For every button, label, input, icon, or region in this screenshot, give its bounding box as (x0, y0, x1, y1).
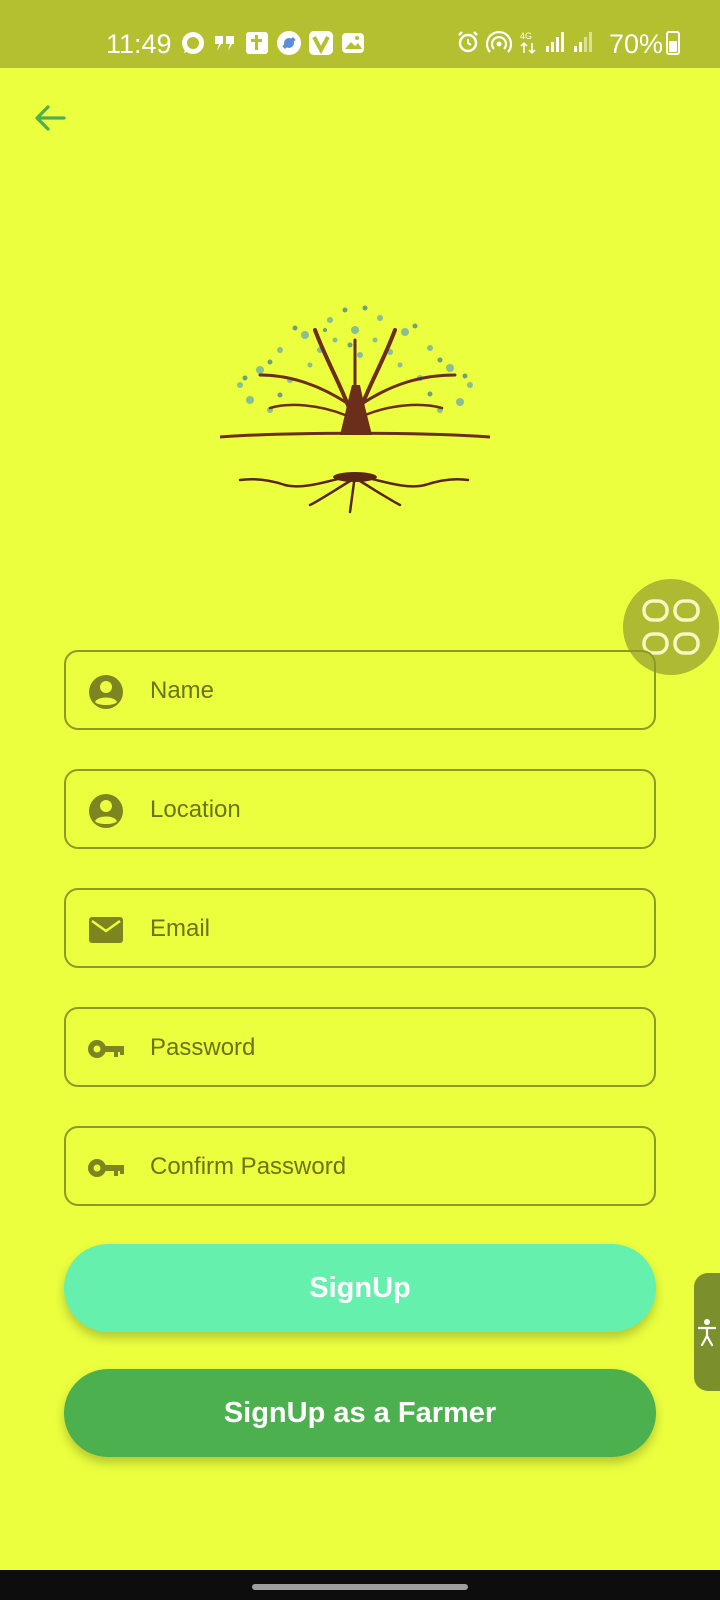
tree-logo (210, 290, 500, 530)
account-circle-icon (89, 794, 123, 828)
back-button[interactable] (30, 98, 70, 138)
key-icon (88, 1040, 124, 1058)
quote-icon (212, 30, 238, 56)
system-icons: 4G (456, 29, 594, 60)
bible-app-icon (244, 30, 270, 56)
notification-icons (180, 30, 366, 56)
email-field[interactable]: Email (64, 888, 656, 968)
battery-percentage: 70% (609, 29, 664, 59)
arrow-left-icon (35, 105, 66, 131)
signal-icon (544, 30, 566, 59)
password-placeholder: Password (150, 1034, 256, 1061)
gallery-icon (340, 30, 366, 56)
name-placeholder: Name (150, 677, 215, 704)
status-time: 11:49 (106, 29, 172, 59)
key-icon (88, 1159, 124, 1177)
accessibility-tab[interactable] (694, 1273, 720, 1391)
signal-icon (572, 30, 594, 59)
grid-icon (642, 599, 700, 655)
4g-data-icon: 4G (518, 29, 538, 60)
alarm-icon (456, 30, 480, 59)
account-circle-icon (89, 675, 123, 709)
password-field[interactable]: Password (64, 1007, 656, 1087)
confirm-password-field[interactable]: Confirm Password (64, 1126, 656, 1206)
svg-text:4G: 4G (520, 31, 532, 41)
hotspot-icon (485, 30, 513, 59)
mail-icon (89, 917, 123, 943)
confirm-password-placeholder: Confirm Password (150, 1153, 347, 1180)
location-placeholder: Location (150, 796, 241, 823)
email-placeholder: Email (150, 915, 211, 942)
accessibility-icon (697, 1319, 717, 1347)
battery-icon (666, 31, 680, 55)
signup-farmer-button[interactable]: SignUp as a Farmer (64, 1369, 656, 1457)
location-field[interactable]: Location (64, 769, 656, 849)
satellite-app-icon (276, 30, 302, 56)
status-bar: 11:49 4G 70% (0, 0, 720, 68)
signup-button[interactable]: SignUp (64, 1244, 656, 1332)
whatsapp-icon (180, 30, 206, 56)
home-gesture-bar[interactable] (252, 1584, 468, 1590)
name-field[interactable]: Name (64, 650, 656, 730)
v-app-icon (308, 30, 334, 56)
